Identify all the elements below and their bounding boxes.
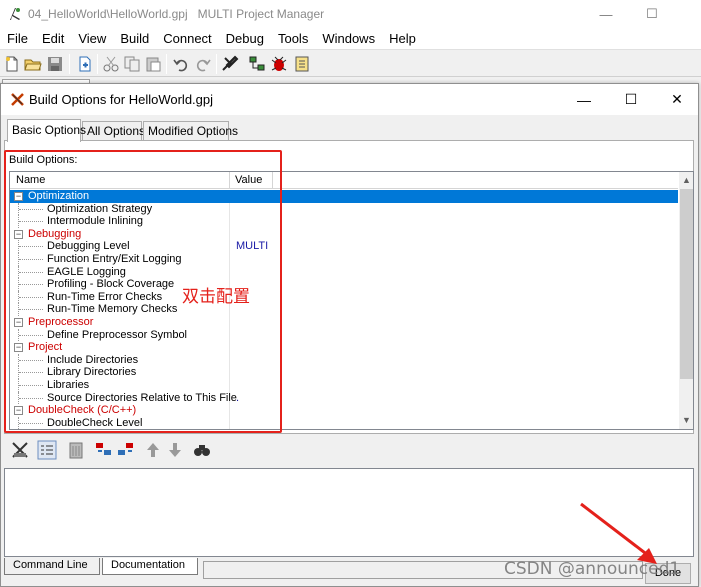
- menu-view[interactable]: View: [71, 28, 113, 49]
- undo-icon[interactable]: [172, 55, 190, 73]
- tab-all-options[interactable]: All Options: [82, 121, 145, 140]
- menu-debug[interactable]: Debug: [219, 28, 271, 49]
- list-view-icon[interactable]: [37, 440, 57, 460]
- tab-documentation[interactable]: Documentation: [102, 558, 198, 575]
- main-maximize-button[interactable]: ☐: [629, 2, 675, 26]
- csdn-watermark: CSDN @announced1: [504, 559, 681, 579]
- graph-icon[interactable]: [248, 55, 266, 73]
- save-icon[interactable]: [46, 55, 64, 73]
- tree-view-icon[interactable]: [10, 440, 30, 460]
- dialog-minimize-button[interactable]: —: [561, 87, 607, 112]
- tab-modified-options[interactable]: Modified Options: [143, 121, 238, 140]
- debug-icon[interactable]: [270, 55, 288, 73]
- main-minimize-button[interactable]: —: [583, 2, 629, 26]
- dialog-close-button[interactable]: ✕: [654, 87, 700, 112]
- find-icon[interactable]: [192, 440, 212, 460]
- paste-icon[interactable]: [144, 55, 162, 73]
- main-titlebar: 04_HelloWorld\HelloWorld.gpj MULTI Proje…: [0, 0, 701, 28]
- tree-vertical-scrollbar[interactable]: ▲ ▼: [679, 172, 693, 429]
- minimize-icon: —: [599, 6, 613, 22]
- close-icon: ✕: [671, 91, 683, 107]
- toolbar-separator: [216, 54, 217, 74]
- menu-tools[interactable]: Tools: [271, 28, 315, 49]
- maximize-icon: ☐: [646, 6, 658, 21]
- menubar: File Edit View Build Connect Debug Tools…: [0, 28, 701, 49]
- minimize-icon: —: [577, 91, 591, 108]
- tab-basic-options[interactable]: Basic Options: [7, 119, 86, 142]
- delete-icon[interactable]: [66, 440, 86, 460]
- menu-windows[interactable]: Windows: [315, 28, 382, 49]
- dialog-maximize-button[interactable]: ☐: [608, 87, 654, 112]
- copy-icon[interactable]: [123, 55, 141, 73]
- cut-icon[interactable]: [102, 55, 120, 73]
- move-right-icon[interactable]: [116, 440, 136, 460]
- menu-file[interactable]: File: [0, 28, 35, 49]
- arrow-up-icon[interactable]: [143, 440, 163, 460]
- options-toolbar: [1, 436, 698, 464]
- build-icon[interactable]: [221, 55, 239, 73]
- toolbar-separator: [97, 54, 98, 74]
- annotation-text: 双击配置: [182, 287, 250, 307]
- main-window-title: 04_HelloWorld\HelloWorld.gpj MULTI Proje…: [28, 7, 325, 21]
- menu-help[interactable]: Help: [382, 28, 423, 49]
- dialog-title: Build Options for HelloWorld.gpj: [29, 92, 214, 107]
- menu-edit[interactable]: Edit: [35, 28, 71, 49]
- menu-connect[interactable]: Connect: [156, 28, 218, 49]
- toolbar-separator: [166, 54, 167, 74]
- scroll-down-icon[interactable]: ▼: [679, 412, 693, 429]
- arrow-down-icon[interactable]: [165, 440, 185, 460]
- redo-icon[interactable]: [194, 55, 212, 73]
- scrollbar-thumb[interactable]: [680, 189, 693, 379]
- tab-command-line[interactable]: Command Line: [4, 558, 100, 575]
- add-file-icon[interactable]: [76, 55, 94, 73]
- notes-icon[interactable]: [293, 55, 311, 73]
- main-toolbar: [0, 49, 701, 77]
- new-file-icon[interactable]: [3, 55, 21, 73]
- scroll-up-icon[interactable]: ▲: [679, 172, 693, 189]
- dialog-titlebar: Build Options for HelloWorld.gpj — ☐ ✕: [1, 84, 698, 115]
- multi-app-icon: [10, 8, 20, 20]
- toolbar-separator: [69, 54, 70, 74]
- maximize-icon: ☐: [624, 91, 638, 107]
- build-options-icon: [11, 93, 24, 106]
- move-left-icon[interactable]: [94, 440, 114, 460]
- menu-build[interactable]: Build: [113, 28, 156, 49]
- open-folder-icon[interactable]: [24, 55, 42, 73]
